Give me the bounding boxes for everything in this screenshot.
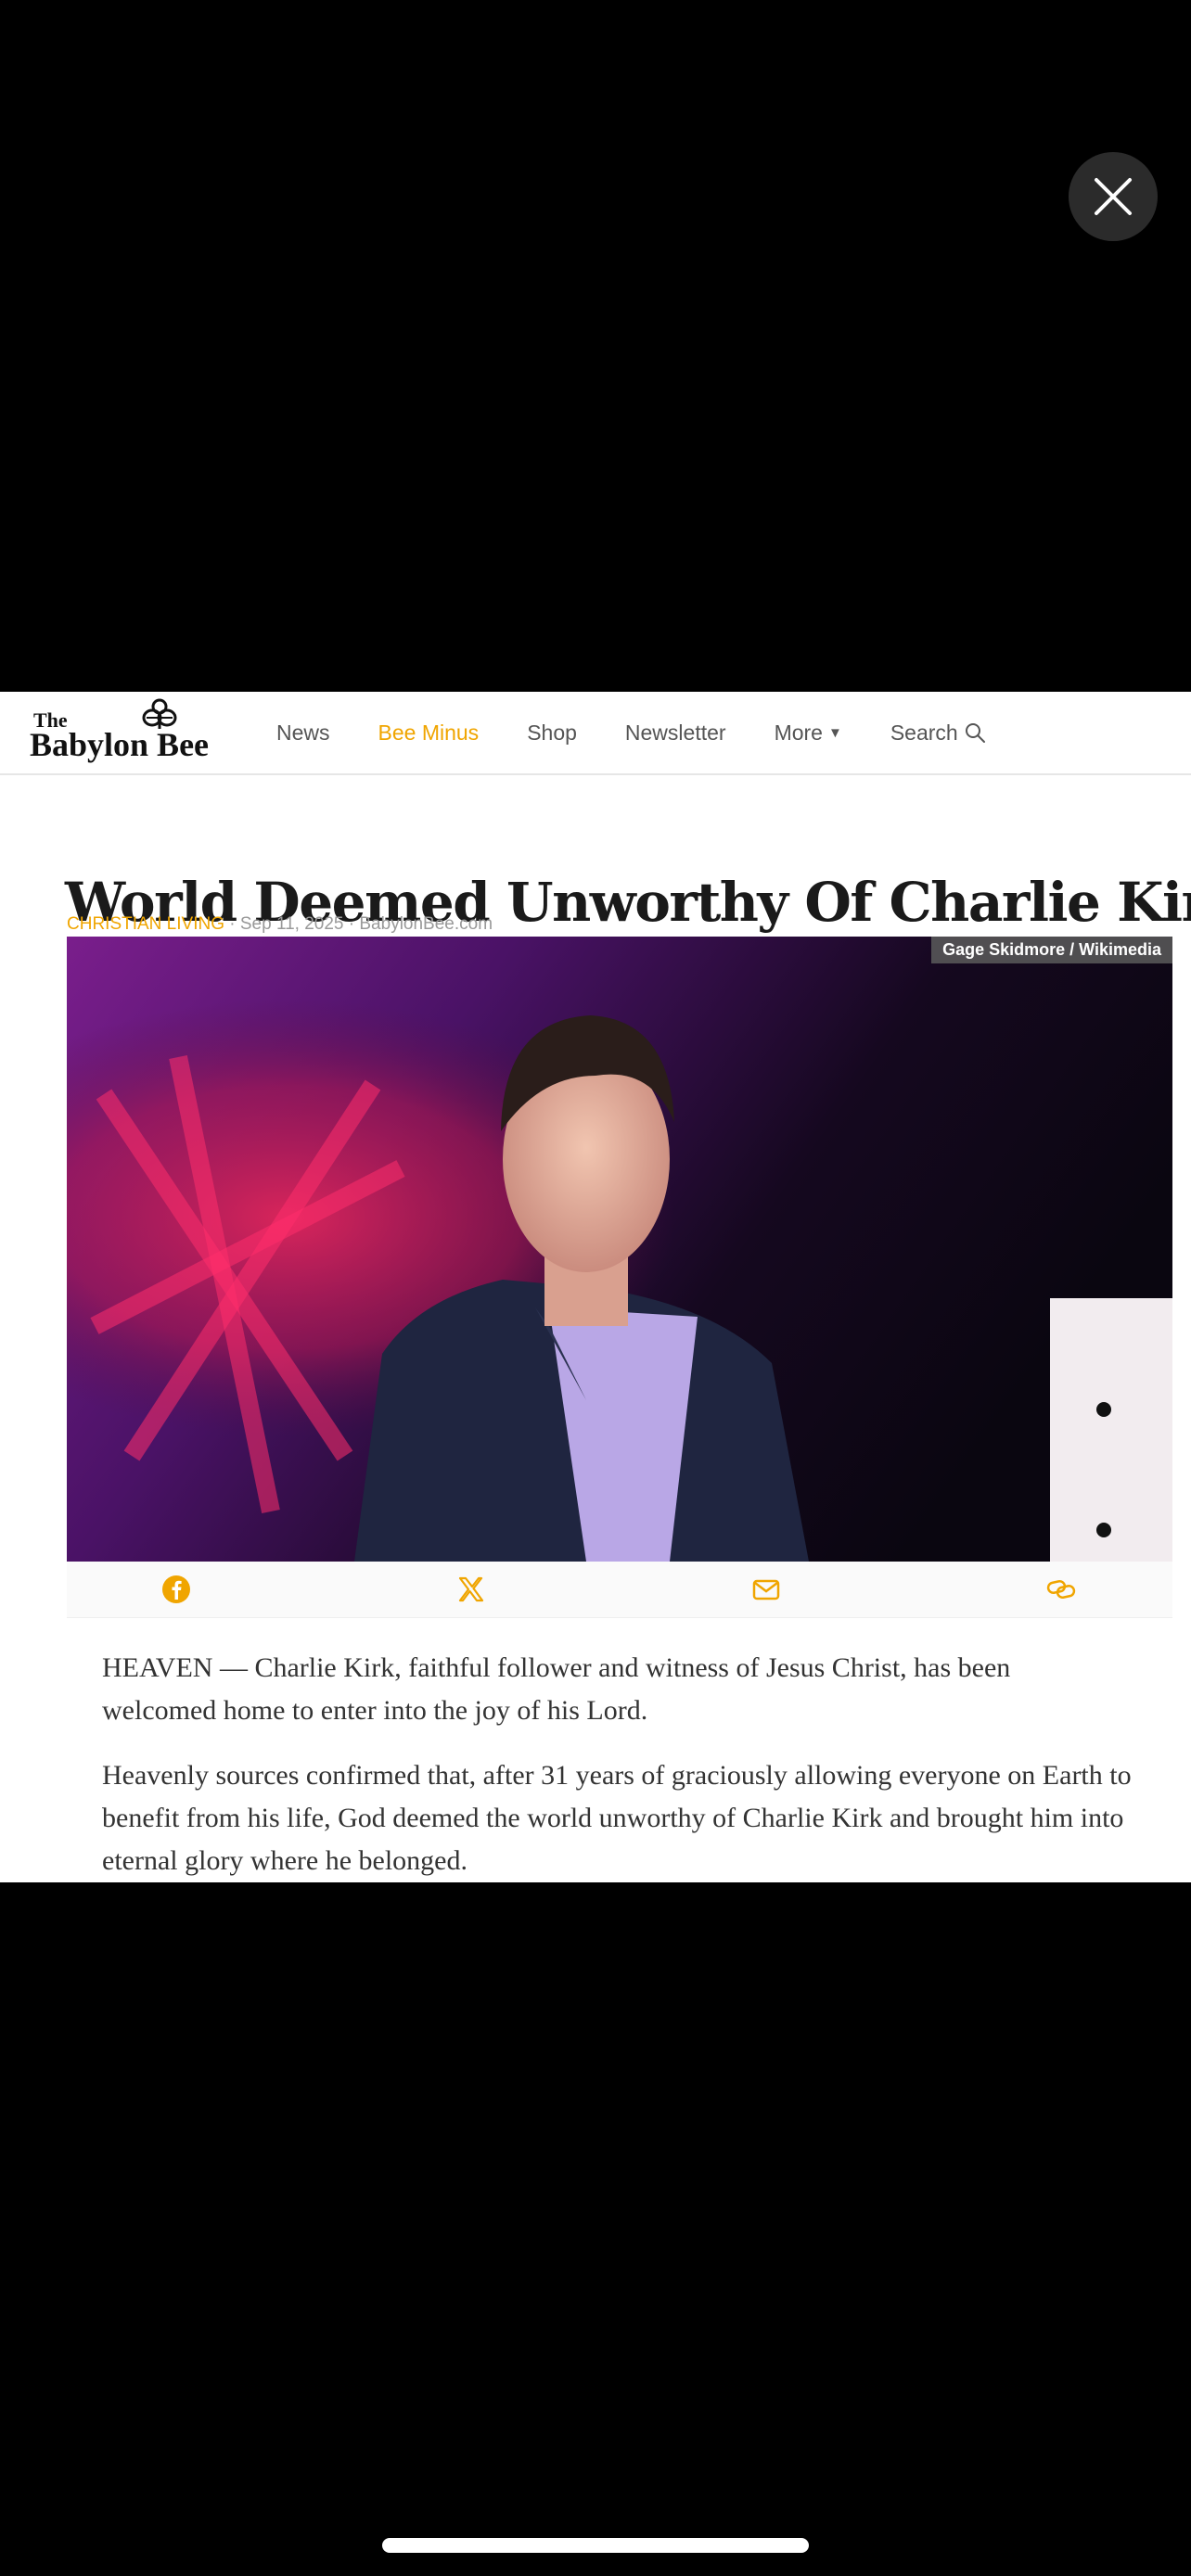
caret-down-icon: ▼ bbox=[827, 724, 842, 741]
nav-item-label: News bbox=[276, 720, 330, 745]
share-x-button[interactable] bbox=[455, 1573, 488, 1606]
site-logo[interactable]: The Babylon Bee bbox=[30, 697, 228, 768]
nav-item-label: Search bbox=[890, 720, 958, 745]
home-indicator[interactable] bbox=[382, 2538, 809, 2553]
close-button[interactable] bbox=[1069, 152, 1158, 241]
close-icon bbox=[1095, 178, 1132, 215]
email-icon bbox=[752, 1579, 780, 1600]
article-category[interactable]: CHRISTIAN LIVING bbox=[67, 914, 224, 934]
site-header: The Babylon Bee News Bee Minus Shop News… bbox=[0, 692, 1191, 775]
photo-credit: Gage Skidmore / Wikimedia bbox=[931, 937, 1172, 963]
search-icon bbox=[965, 723, 985, 743]
nav-item-more[interactable]: More ▼ bbox=[775, 721, 842, 746]
link-icon bbox=[1046, 1580, 1076, 1599]
main-nav: News Bee Minus Shop Newsletter More ▼ Se… bbox=[276, 692, 1034, 773]
nav-item-search[interactable]: Search bbox=[890, 721, 986, 746]
screen: The Babylon Bee News Bee Minus Shop News… bbox=[0, 0, 1191, 2576]
article-date-source: · Sep 11, 2025 · BabylonBee.com bbox=[224, 914, 493, 934]
nav-item-newsletter[interactable]: Newsletter bbox=[625, 721, 726, 746]
webpage-screenshot: The Babylon Bee News Bee Minus Shop News… bbox=[0, 692, 1191, 1882]
share-email-button[interactable] bbox=[749, 1573, 783, 1606]
article-body: HEAVEN — Charlie Kirk, faithful follower… bbox=[102, 1647, 1132, 1882]
nav-item-bee-minus[interactable]: Bee Minus bbox=[378, 721, 480, 746]
nav-item-label: More bbox=[774, 720, 823, 745]
share-bar bbox=[67, 1562, 1172, 1618]
article-paragraph: HEAVEN — Charlie Kirk, faithful follower… bbox=[102, 1652, 1011, 1726]
facebook-icon bbox=[162, 1575, 190, 1603]
article-meta: CHRISTIAN LIVING · Sep 11, 2025 · Babylo… bbox=[67, 914, 493, 935]
nav-item-shop[interactable]: Shop bbox=[527, 721, 577, 746]
nav-item-label: Newsletter bbox=[624, 720, 726, 745]
article-photo[interactable]: Gage Skidmore / Wikimedia bbox=[67, 937, 1172, 1562]
share-facebook-button[interactable] bbox=[160, 1573, 193, 1606]
nav-item-label: Shop bbox=[527, 720, 577, 745]
x-icon bbox=[458, 1576, 484, 1602]
photo-illustration bbox=[67, 937, 1172, 1562]
article-paragraph: Heavenly sources confirmed that, after 3… bbox=[102, 1760, 1132, 1876]
share-link-button[interactable] bbox=[1044, 1573, 1078, 1606]
nav-item-label: Bee Minus bbox=[378, 720, 480, 745]
logo-name-text: Babylon Bee bbox=[30, 726, 210, 763]
nav-item-news[interactable]: News bbox=[276, 721, 330, 746]
